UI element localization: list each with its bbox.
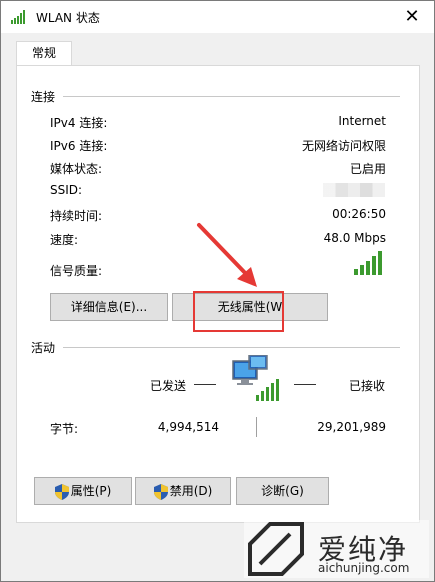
speed-label: 速度: bbox=[50, 233, 79, 247]
title-bar[interactable]: WLAN 状态 ✕ bbox=[1, 1, 434, 33]
activity-divider bbox=[63, 347, 400, 348]
bytes-divider bbox=[256, 417, 257, 437]
disable-button[interactable]: 禁用(D) bbox=[135, 477, 231, 505]
ipv4-label: IPv4 连接: bbox=[50, 116, 108, 130]
sent-label: 已发送 bbox=[150, 379, 187, 393]
close-icon: ✕ bbox=[404, 6, 420, 27]
activity-section-title: 活动 bbox=[31, 341, 56, 355]
received-label: 已接收 bbox=[349, 379, 386, 393]
shield-icon bbox=[54, 483, 69, 500]
ssid-value-blurred bbox=[323, 183, 385, 197]
disable-button-label: 禁用(D) bbox=[169, 484, 213, 498]
properties-button-label: 属性(P) bbox=[70, 484, 112, 498]
annotation-arrow-icon bbox=[197, 223, 257, 287]
details-button[interactable]: 详细信息(E)... bbox=[50, 293, 168, 321]
diagnose-button[interactable]: 诊断(G) bbox=[236, 477, 329, 505]
speed-value: 48.0 Mbps bbox=[323, 231, 386, 245]
ipv6-value: 无网络访问权限 bbox=[301, 139, 386, 153]
duration-value: 00:26:50 bbox=[332, 207, 386, 221]
ipv4-value: Internet bbox=[338, 114, 386, 128]
media-state-label: 媒体状态: bbox=[50, 162, 103, 176]
ipv6-label: IPv6 连接: bbox=[50, 139, 108, 153]
shield-icon bbox=[153, 483, 168, 500]
tab-general[interactable]: 常规 bbox=[16, 41, 72, 66]
connection-section-title: 连接 bbox=[31, 90, 56, 104]
wireless-properties-button[interactable]: 无线属性(W bbox=[172, 293, 328, 321]
properties-button[interactable]: 属性(P) bbox=[34, 477, 132, 505]
wlan-status-dialog: WLAN 状态 ✕ 常规 连接 IPv4 连接: Internet IPv6 连… bbox=[0, 0, 435, 582]
close-button[interactable]: ✕ bbox=[400, 5, 424, 29]
bytes-sent-value: 4,994,514 bbox=[157, 420, 219, 434]
window-title: WLAN 状态 bbox=[36, 11, 100, 25]
bytes-label: 字节: bbox=[50, 422, 79, 436]
duration-label: 持续时间: bbox=[50, 209, 103, 223]
signal-quality-label: 信号质量: bbox=[50, 264, 103, 278]
media-state-value: 已启用 bbox=[349, 162, 386, 176]
connection-divider bbox=[63, 96, 400, 97]
ssid-label: SSID: bbox=[50, 183, 83, 197]
received-line bbox=[294, 384, 316, 385]
bytes-received-value: 29,201,989 bbox=[317, 420, 386, 434]
sent-line bbox=[194, 384, 216, 385]
network-computers-icon bbox=[232, 355, 279, 401]
signal-strength-icon bbox=[354, 251, 382, 275]
watermark-url: aichunjing.com bbox=[318, 561, 410, 575]
wifi-signal-icon bbox=[11, 10, 25, 24]
